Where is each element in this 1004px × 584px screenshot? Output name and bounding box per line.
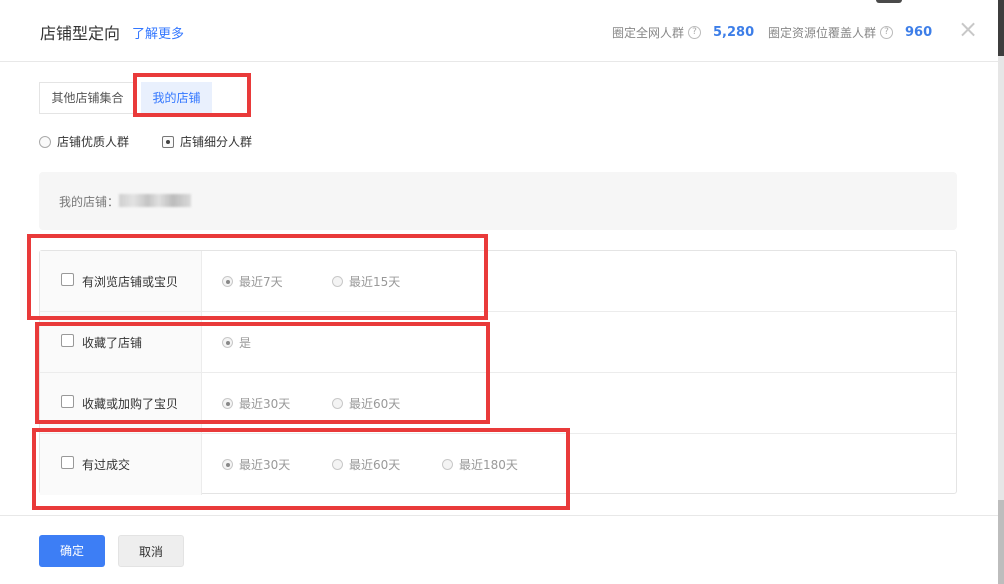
tab-my-store[interactable]: 我的店铺 (141, 82, 212, 114)
option-label: 最近30天 (239, 458, 291, 472)
option-label: 最近60天 (349, 397, 401, 411)
help-icon[interactable]: ? (688, 26, 702, 39)
radio-button-selected[interactable] (222, 276, 233, 287)
row-label: 收藏或加购了宝贝 (82, 397, 179, 411)
option-radio[interactable]: 是 (222, 334, 251, 351)
option-radio[interactable]: 最近7天 (222, 273, 283, 290)
radio-button-selected[interactable] (222, 337, 233, 348)
option-label: 最近180天 (459, 458, 518, 472)
radio-quality-audience[interactable]: 店铺优质人群 (39, 133, 129, 150)
option-radio[interactable]: 最近60天 (332, 456, 400, 473)
radio-button[interactable] (332, 459, 343, 470)
stat-network-value: 5,280 (713, 25, 755, 40)
radio-button[interactable] (442, 459, 453, 470)
modal-title: 店铺型定向 (40, 24, 121, 43)
option-radio[interactable]: 最近60天 (332, 395, 400, 412)
cancel-button[interactable]: 取消 (118, 535, 184, 567)
row-checkbox[interactable] (61, 334, 74, 347)
option-label: 是 (239, 336, 252, 350)
modal-header: 店铺型定向 了解更多 圈定全网人群 ? 5,280 圈定资源位覆盖人群 ? 96… (0, 0, 1000, 62)
option-radio[interactable]: 最近180天 (442, 456, 518, 473)
row-checkbox[interactable] (61, 395, 74, 408)
radio-button[interactable] (332, 398, 343, 409)
option-radio[interactable]: 最近15天 (332, 273, 400, 290)
row-label: 有浏览店铺或宝贝 (82, 275, 179, 289)
radio-button-selected[interactable] (222, 398, 233, 409)
radio-button-selected[interactable] (222, 459, 233, 470)
tab-other-stores[interactable]: 其他店铺集合 (39, 82, 136, 114)
row-label: 收藏了店铺 (82, 336, 143, 350)
store-name-redacted (119, 194, 191, 207)
help-icon[interactable]: ? (880, 26, 894, 39)
top-edge-shape (876, 0, 902, 3)
audience-options-table: 有浏览店铺或宝贝 最近7天 最近15天 收藏了店铺 是 收藏或加购了宝贝 最近3… (39, 250, 957, 495)
row-header: 收藏了店铺 (40, 312, 202, 372)
row-label: 有过成交 (82, 458, 131, 472)
radio-label: 店铺细分人群 (180, 135, 253, 149)
row-header: 有过成交 (40, 434, 202, 495)
option-radio[interactable]: 最近30天 (222, 395, 290, 412)
learn-more-link[interactable]: 了解更多 (132, 23, 184, 42)
confirm-button[interactable]: 确定 (39, 535, 105, 567)
row-checkbox[interactable] (61, 456, 74, 469)
table-row: 有浏览店铺或宝贝 最近7天 最近15天 (40, 251, 956, 312)
radio-button-selected[interactable] (162, 135, 174, 148)
table-row: 收藏了店铺 是 (40, 312, 956, 373)
radio-button[interactable] (332, 276, 343, 287)
row-header: 有浏览店铺或宝贝 (40, 251, 202, 311)
stat-network-label: 圈定全网人群 (612, 26, 685, 40)
close-icon[interactable]: × (958, 17, 978, 41)
my-store-info: 我的店铺： (39, 172, 957, 230)
targeting-modal: 店铺型定向 了解更多 圈定全网人群 ? 5,280 圈定资源位覆盖人群 ? 96… (0, 0, 1000, 584)
stat-resource-label: 圈定资源位覆盖人群 (768, 26, 877, 40)
stat-network-audience: 圈定全网人群 ? 5,280 (612, 24, 754, 41)
option-label: 最近30天 (239, 397, 291, 411)
stat-resource-audience: 圈定资源位覆盖人群 ? 960 (768, 24, 932, 41)
modal-footer: 确定 取消 (0, 515, 1000, 584)
option-radio[interactable]: 最近30天 (222, 456, 290, 473)
page-edge-dark (998, 0, 1004, 56)
option-label: 最近60天 (349, 458, 401, 472)
table-row: 收藏或加购了宝贝 最近30天 最近60天 (40, 373, 956, 434)
stat-resource-value: 960 (905, 25, 933, 40)
radio-button[interactable] (39, 135, 51, 148)
page-edge (998, 0, 1004, 584)
row-checkbox[interactable] (61, 273, 74, 286)
table-row: 有过成交 最近30天 最近60天 最近180天 (40, 434, 956, 495)
radio-segmented-audience[interactable]: 店铺细分人群 (162, 133, 252, 150)
option-label: 最近15天 (349, 275, 401, 289)
row-header: 收藏或加购了宝贝 (40, 373, 202, 433)
radio-label: 店铺优质人群 (57, 135, 130, 149)
option-label: 最近7天 (239, 275, 283, 289)
my-store-label: 我的店铺： (59, 195, 120, 209)
page-edge-dark (998, 500, 1004, 584)
